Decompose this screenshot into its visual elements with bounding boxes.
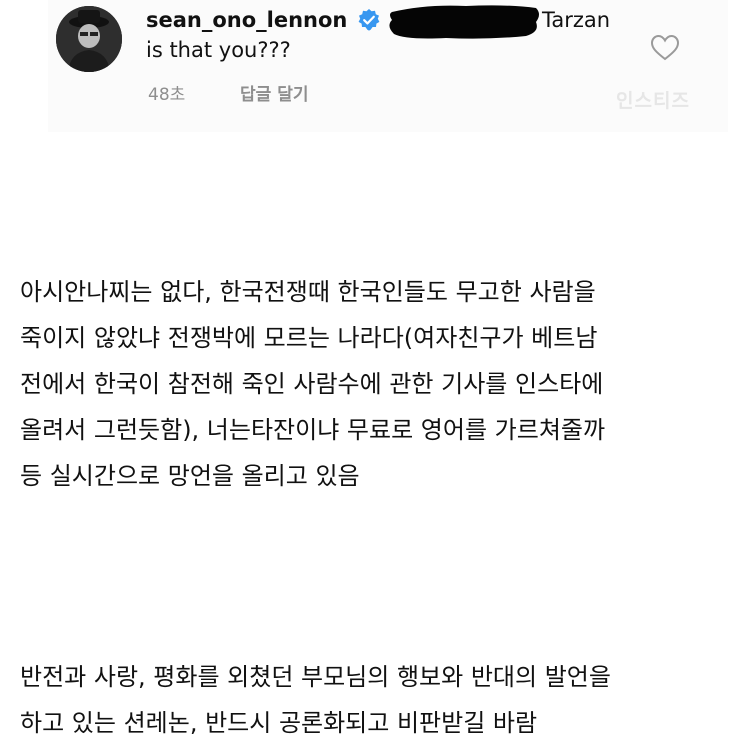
paragraph-line: 올려서 그런듯함), 너는타잔이냐 무료로 영어를 가르쳐줄까 <box>20 416 606 444</box>
paragraph-line: 등 실시간으로 망언을 올리고 있음 <box>20 462 360 490</box>
paragraph-line: 죽이지 않았냐 전쟁박에 모르는 나라다(여자친구가 베트남 <box>20 324 598 352</box>
comment-timestamp: 48초 <box>148 85 186 105</box>
paragraph-line: 전에서 한국이 참전해 죽인 사람수에 관한 기사를 인스타에 <box>20 370 604 398</box>
paragraph-line: 반전과 사랑, 평화를 외쳤던 부모님의 행보와 반대의 발언을 <box>20 663 611 691</box>
avatar[interactable] <box>56 6 122 72</box>
paragraph-line: 하고 있는 션레논, 반드시 공론화되고 비판받길 바람 <box>20 709 538 737</box>
paragraph-line: 아시안나찌는 없다, 한국전쟁때 한국인들도 무고한 사람을 <box>20 278 596 306</box>
body-paragraph-2: 반전과 사랑, 평화를 외쳤던 부모님의 행보와 반대의 발언을 하고 있는 션… <box>20 654 740 746</box>
comment-text: is that you??? <box>146 38 291 62</box>
heart-icon[interactable] <box>650 34 680 62</box>
verified-badge-icon <box>358 9 380 31</box>
redacted-mention <box>389 5 539 39</box>
comment-mention-text: Tarzan <box>542 8 611 32</box>
reply-button[interactable]: 답글 달기 <box>240 80 308 105</box>
watermark: 인스티즈 <box>616 90 690 112</box>
body-paragraph-1: 아시안나찌는 없다, 한국전쟁때 한국인들도 무고한 사람을 죽이지 않았냐 전… <box>20 269 740 499</box>
comment-username[interactable]: sean_ono_lennon <box>146 8 347 32</box>
